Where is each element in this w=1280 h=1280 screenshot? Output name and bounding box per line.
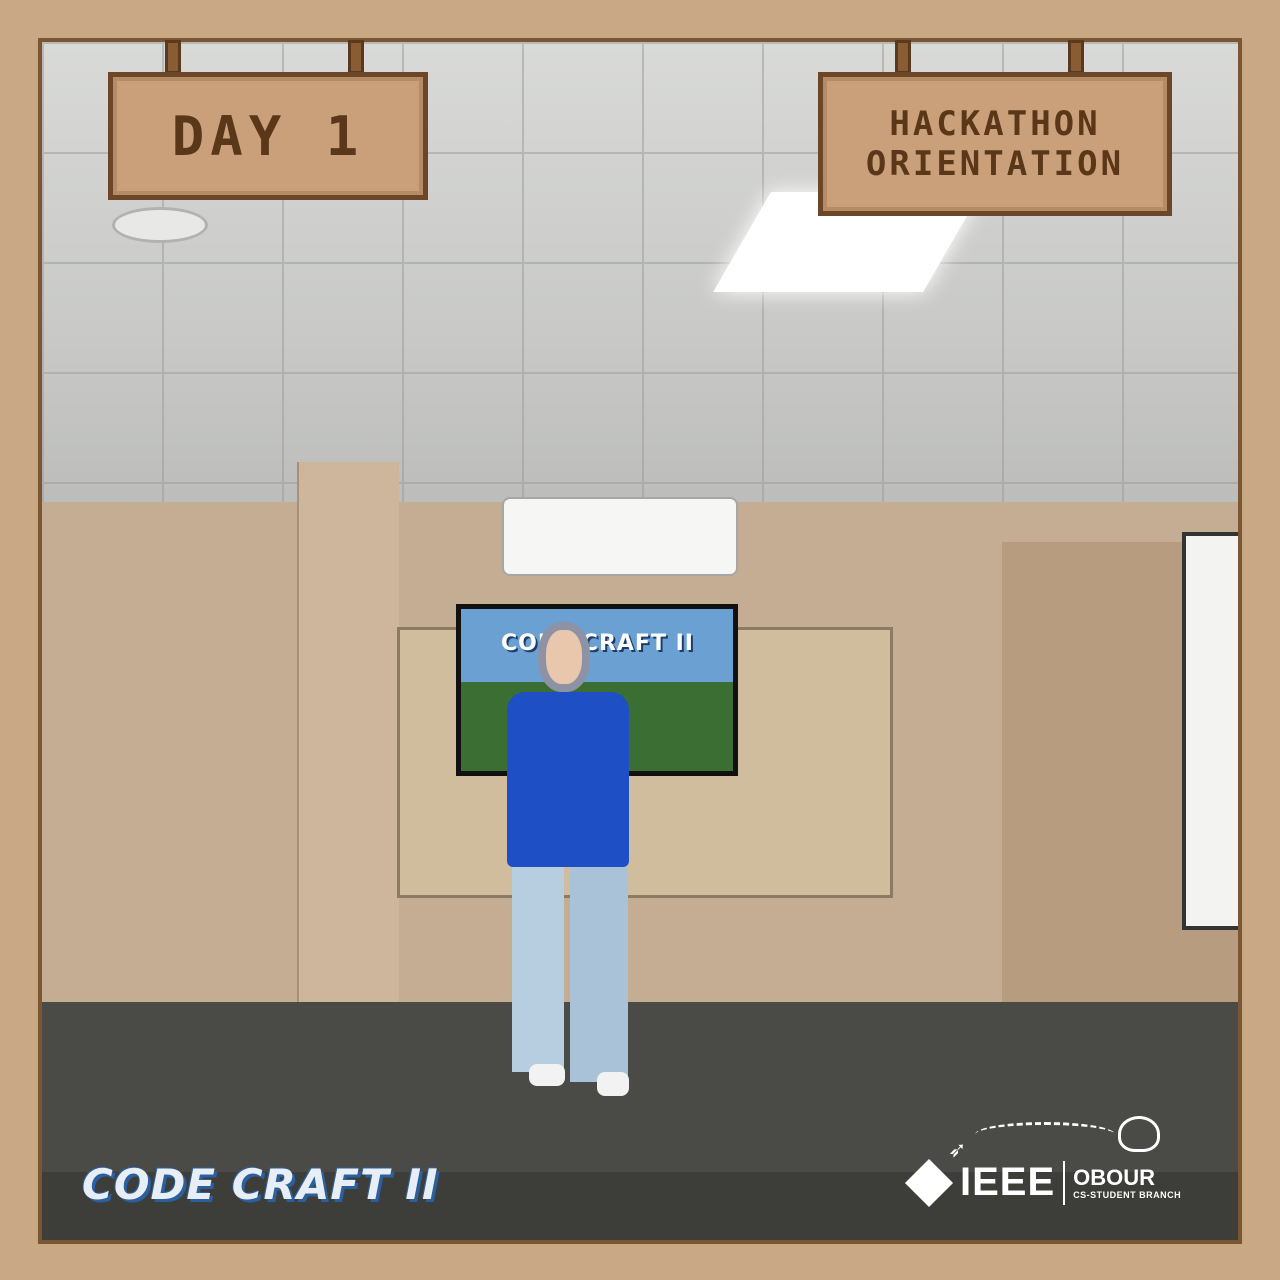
ceiling-speaker: [112, 207, 208, 243]
day-label: DAY 1: [171, 104, 365, 168]
tv-title: CODE CRAFT II: [501, 631, 694, 656]
sign-peg: [895, 40, 911, 74]
codecraft-logo: CODE CRAFT II: [82, 1160, 439, 1209]
air-conditioner: [502, 497, 738, 576]
event-title-line1: HACKATHON: [889, 104, 1101, 144]
wall-pillar: [297, 462, 399, 1052]
wooden-frame: CODE CRAFT II DAY 1 HACKATHON ORIENTATIO…: [0, 0, 1280, 1280]
sign-peg: [348, 40, 364, 74]
event-sign: HACKATHON ORIENTATION: [818, 72, 1172, 216]
ieee-logo: IEEE OBOUR CS-STUDENT BRANCH: [904, 1158, 1182, 1207]
ieee-wordmark: IEEE: [960, 1160, 1056, 1204]
ieee-diamond-icon: [904, 1158, 954, 1207]
server-cloud-icon: [1118, 1116, 1160, 1152]
branch-subtitle: CS-STUDENT BRANCH: [1073, 1189, 1182, 1200]
speaker-head: [538, 622, 590, 692]
sign-peg: [165, 40, 181, 74]
event-title-line2: ORIENTATION: [865, 144, 1125, 184]
branch-block: OBOUR CS-STUDENT BRANCH: [1073, 1164, 1182, 1200]
day-sign: DAY 1: [108, 72, 428, 200]
speaker-jeans-left: [512, 867, 564, 1072]
speaker-shoe-left: [529, 1064, 565, 1086]
branch-name: OBOUR: [1073, 1164, 1156, 1190]
speaker-shoe-right: [597, 1072, 629, 1096]
sign-peg: [1068, 40, 1084, 74]
speaker-jeans-right: [570, 867, 628, 1082]
speaker-shirt: [507, 692, 629, 867]
projector-screen: [1182, 532, 1238, 930]
dashed-path: [975, 1122, 1115, 1147]
event-photo: CODE CRAFT II: [38, 38, 1242, 1244]
logo-divider: [1063, 1160, 1066, 1205]
